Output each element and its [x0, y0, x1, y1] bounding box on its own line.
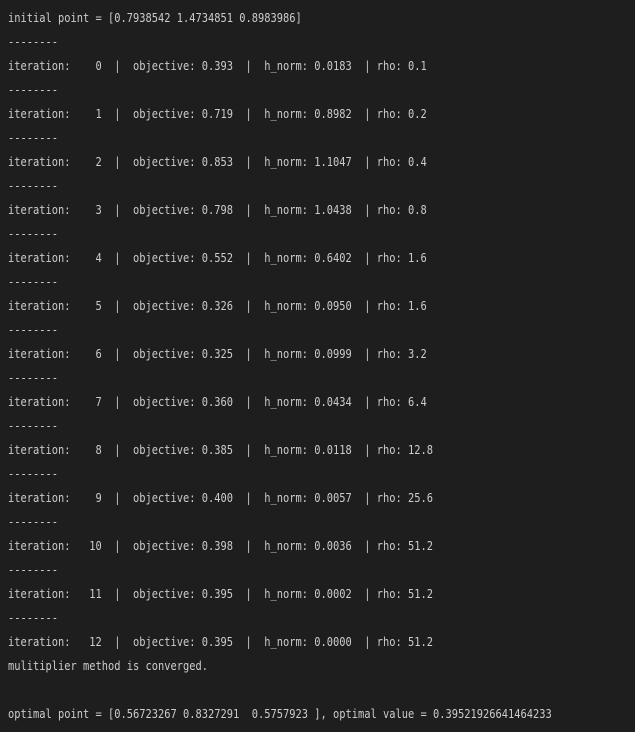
separator-line: -------- — [8, 227, 58, 241]
initial-point-line: initial point = [0.7938542 1.4734851 0.8… — [8, 11, 302, 25]
iteration-line: iteration: 4 | objective: 0.552 | h_norm… — [8, 251, 427, 265]
separator-line: -------- — [8, 131, 58, 145]
iteration-line: iteration: 12 | objective: 0.395 | h_nor… — [8, 635, 433, 649]
separator-line: -------- — [8, 275, 58, 289]
separator-line: -------- — [8, 563, 58, 577]
separator-line: -------- — [8, 467, 58, 481]
iteration-line: iteration: 0 | objective: 0.393 | h_norm… — [8, 59, 427, 73]
iteration-line: iteration: 11 | objective: 0.395 | h_nor… — [8, 587, 433, 601]
iteration-line: iteration: 3 | objective: 0.798 | h_norm… — [8, 203, 427, 217]
optimal-result-line: optimal point = [0.56723267 0.8327291 0.… — [8, 707, 552, 721]
separator-line: -------- — [8, 323, 58, 337]
converged-message: mulitiplier method is converged. — [8, 659, 208, 673]
iteration-line: iteration: 2 | objective: 0.853 | h_norm… — [8, 155, 427, 169]
iteration-line: iteration: 1 | objective: 0.719 | h_norm… — [8, 107, 427, 121]
separator-line: -------- — [8, 611, 58, 625]
terminal-output: initial point = [0.7938542 1.4734851 0.8… — [0, 0, 635, 732]
iteration-line: iteration: 6 | objective: 0.325 | h_norm… — [8, 347, 427, 361]
iteration-line: iteration: 9 | objective: 0.400 | h_norm… — [8, 491, 433, 505]
iteration-line: iteration: 7 | objective: 0.360 | h_norm… — [8, 395, 427, 409]
iteration-line: iteration: 8 | objective: 0.385 | h_norm… — [8, 443, 433, 457]
separator-line: -------- — [8, 371, 58, 385]
separator-line: -------- — [8, 419, 58, 433]
iteration-line: iteration: 10 | objective: 0.398 | h_nor… — [8, 539, 433, 553]
separator-line: -------- — [8, 35, 58, 49]
separator-line: -------- — [8, 83, 58, 97]
separator-line: -------- — [8, 515, 58, 529]
iteration-line: iteration: 5 | objective: 0.326 | h_norm… — [8, 299, 427, 313]
separator-line: -------- — [8, 179, 58, 193]
